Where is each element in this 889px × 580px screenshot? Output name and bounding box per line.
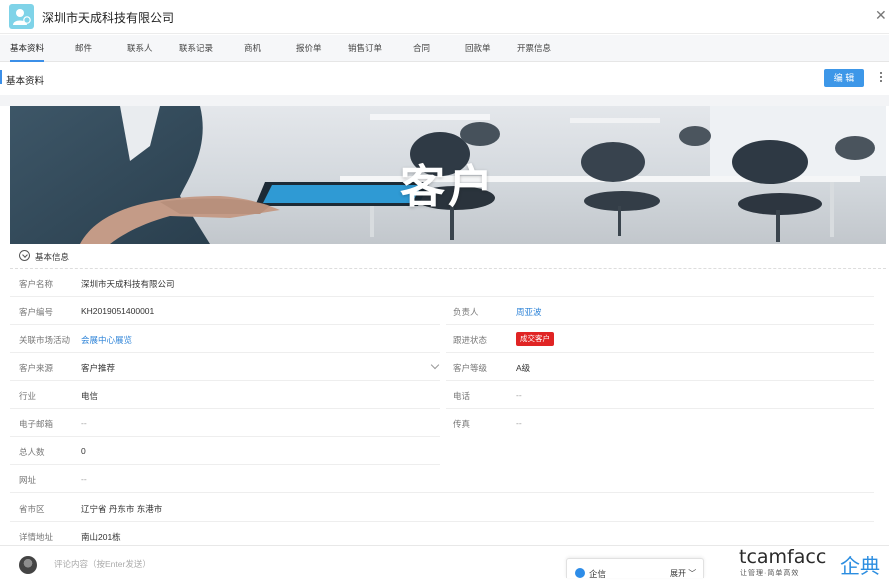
field-label-customer-name: 客户名称 bbox=[19, 279, 54, 289]
row-divider bbox=[10, 408, 440, 409]
row-divider bbox=[10, 352, 440, 353]
tab-invoice-info[interactable]: 开票信息 bbox=[517, 35, 551, 62]
brand-logo: tcamfacc 企典 让管理·简单高效 bbox=[739, 546, 889, 578]
field-value-campaign-link[interactable]: 会展中心展览 bbox=[81, 334, 132, 346]
field-value-owner-link[interactable]: 周亚波 bbox=[516, 306, 542, 318]
collapse-circle-icon[interactable] bbox=[19, 250, 30, 261]
tab-contacts[interactable]: 联系人 bbox=[127, 35, 153, 62]
tab-sales-orders[interactable]: 销售订单 bbox=[348, 35, 382, 62]
more-vertical-icon[interactable] bbox=[877, 70, 885, 86]
tab-contact-records[interactable]: 联系记录 bbox=[179, 35, 213, 62]
chevron-down-icon: ﹀ bbox=[688, 569, 697, 578]
section-bar bbox=[0, 63, 889, 95]
group-title: 基本信息 bbox=[35, 252, 70, 262]
title-bar: 深圳市天成科技有限公司 ✕ bbox=[0, 0, 889, 34]
field-value-region: 辽宁省 丹东市 东港市 bbox=[81, 504, 163, 514]
chat-expand-button[interactable]: 展开 ﹀ bbox=[670, 568, 696, 579]
follow-status-badge: 成交客户 bbox=[516, 332, 554, 346]
brand-chinese-name: 企典 bbox=[840, 556, 880, 578]
field-value-email: -- bbox=[81, 418, 87, 428]
field-value-fax: -- bbox=[516, 418, 522, 428]
basic-info-group-header[interactable]: 基本信息 bbox=[10, 245, 886, 269]
field-label-customer-no: 客户编号 bbox=[19, 307, 54, 317]
field-label-region: 省市区 bbox=[19, 504, 45, 514]
window-title: 深圳市天成科技有限公司 bbox=[42, 11, 175, 25]
field-value-website: -- bbox=[81, 474, 87, 484]
chevron-down-icon[interactable] bbox=[430, 360, 440, 370]
user-avatar bbox=[19, 556, 37, 574]
field-label-headcount: 总人数 bbox=[19, 447, 45, 457]
field-label-industry: 行业 bbox=[19, 391, 37, 401]
field-value-source-select[interactable]: 客户推荐 bbox=[81, 362, 115, 374]
row-divider bbox=[10, 464, 440, 465]
close-icon[interactable]: ✕ bbox=[875, 6, 889, 24]
customer-avatar-icon bbox=[9, 4, 34, 29]
chat-widget[interactable]: 企信 展开 ﹀ bbox=[566, 558, 704, 579]
field-value-industry: 电信 bbox=[81, 391, 99, 401]
tab-payments[interactable]: 回款单 bbox=[465, 35, 491, 62]
chat-bubble-icon bbox=[575, 568, 585, 578]
detail-tabs: 基本资料 邮件 联系人 联系记录 商机 报价单 销售订单 合同 回款单 开票信息 bbox=[0, 35, 889, 62]
field-label-level: 客户等级 bbox=[453, 363, 488, 373]
banner-title: 客户 bbox=[399, 161, 496, 212]
field-value-customer-name: 深圳市天成科技有限公司 bbox=[81, 279, 175, 289]
tab-email[interactable]: 邮件 bbox=[75, 35, 92, 62]
field-label-fax: 传真 bbox=[453, 419, 471, 429]
row-divider bbox=[446, 380, 874, 381]
chat-label: 企信 bbox=[589, 569, 607, 579]
tab-contracts[interactable]: 合同 bbox=[413, 35, 430, 62]
field-label-phone: 电话 bbox=[453, 391, 471, 401]
row-divider bbox=[10, 380, 440, 381]
field-value-phone: -- bbox=[516, 390, 522, 400]
field-label-website: 网址 bbox=[19, 475, 37, 485]
field-label-follow-status: 跟进状态 bbox=[453, 335, 488, 345]
row-divider bbox=[10, 492, 874, 493]
row-divider bbox=[10, 324, 440, 325]
edit-button[interactable]: 编 辑 bbox=[824, 69, 864, 87]
field-label-source: 客户来源 bbox=[19, 363, 54, 373]
section-title: 基本资料 bbox=[6, 76, 45, 87]
row-divider bbox=[10, 296, 874, 297]
field-value-address: 南山201栋 bbox=[81, 532, 121, 542]
row-divider bbox=[10, 436, 440, 437]
section-accent bbox=[0, 70, 2, 84]
brand-slogan: 让管理·简单高效 bbox=[740, 570, 800, 577]
row-divider bbox=[446, 352, 874, 353]
field-label-address: 详情地址 bbox=[19, 532, 54, 542]
row-divider bbox=[446, 408, 874, 409]
separator bbox=[0, 95, 889, 106]
row-divider bbox=[10, 521, 874, 522]
chat-expand-label: 展开 bbox=[670, 569, 686, 578]
field-value-customer-no: KH2019051400001 bbox=[81, 306, 155, 316]
field-label-owner: 负责人 bbox=[453, 307, 479, 317]
comment-input[interactable] bbox=[44, 553, 564, 575]
tab-quotes[interactable]: 报价单 bbox=[296, 35, 322, 62]
brand-wordmark: tcamfacc bbox=[739, 546, 827, 568]
tab-basic-info[interactable]: 基本资料 bbox=[10, 35, 45, 62]
field-value-headcount: 0 bbox=[81, 446, 86, 456]
row-divider bbox=[446, 324, 874, 325]
customer-banner: 客户 bbox=[10, 106, 886, 244]
field-label-campaign: 关联市场活动 bbox=[19, 335, 71, 345]
field-value-level: A级 bbox=[516, 363, 531, 373]
tab-opportunities[interactable]: 商机 bbox=[244, 35, 261, 62]
field-label-email: 电子邮箱 bbox=[19, 419, 54, 429]
